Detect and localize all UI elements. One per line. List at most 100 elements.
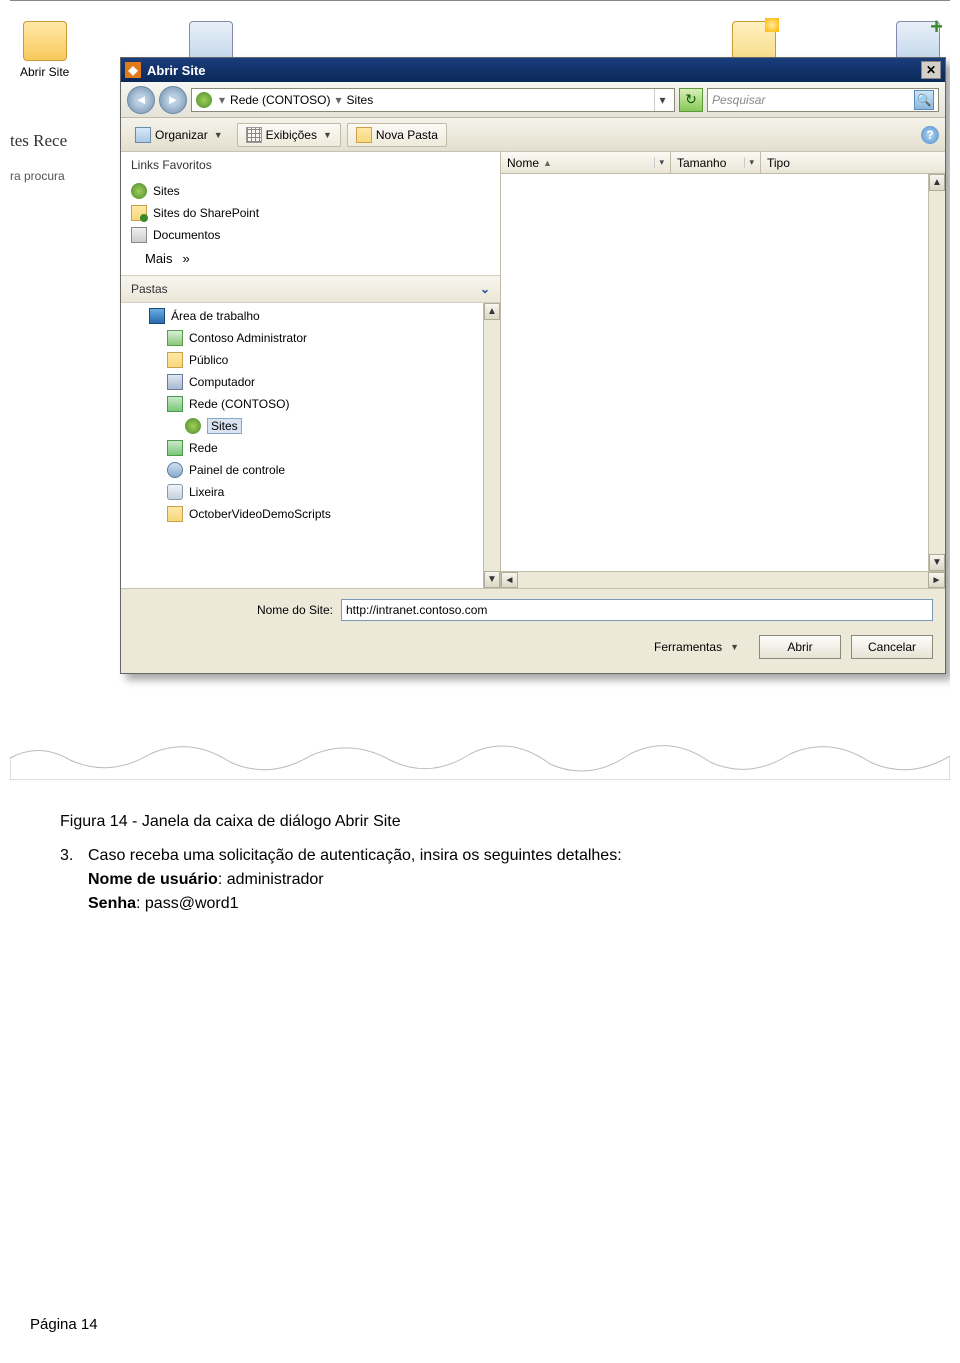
favorites-item[interactable]: Sites do SharePoint xyxy=(121,202,500,224)
nav-back-button[interactable]: ◄ xyxy=(127,86,155,114)
scroll-track[interactable] xyxy=(929,191,945,554)
new-folder-icon xyxy=(356,127,372,143)
folder-tree-container: Área de trabalho Contoso Administrator Púb… xyxy=(121,302,500,588)
chevron-down-icon: ▼ xyxy=(730,642,739,652)
column-name[interactable]: Nome ▲ ▾ xyxy=(501,152,671,173)
column-size[interactable]: Tamanho ▾ xyxy=(671,152,761,173)
ribbon-label: Abrir Site xyxy=(20,65,69,79)
scroll-left-button[interactable]: ◄ xyxy=(501,572,518,588)
close-button[interactable]: ✕ xyxy=(921,61,941,79)
folder-open-icon xyxy=(23,21,67,61)
favorites-item[interactable]: Sites xyxy=(121,180,500,202)
site-name-label: Nome do Site: xyxy=(133,603,333,617)
breadcrumb-dropdown-icon[interactable]: ▾ xyxy=(654,89,670,111)
breadcrumb-path[interactable]: ▾ Rede (CONTOSO) ▾ Sites ▾ xyxy=(191,88,675,112)
nav-forward-button[interactable]: ► xyxy=(159,86,187,114)
favorites-more-button[interactable]: Mais » xyxy=(121,248,500,269)
ctrl-icon xyxy=(167,462,183,478)
vertical-scrollbar[interactable]: ▲ ▼ xyxy=(928,174,945,571)
tree-item-label: Computador xyxy=(189,375,255,389)
breadcrumb-sep-icon: ▾ xyxy=(333,93,345,107)
tree-item-label: Sites xyxy=(207,418,242,434)
tree-item[interactable]: OctoberVideoDemoScripts xyxy=(121,503,483,525)
column-dropdown-icon[interactable]: ▾ xyxy=(744,157,754,168)
address-bar: ◄ ► ▾ Rede (CONTOSO) ▾ Sites ▾ ↻ Pesquis… xyxy=(121,82,945,118)
favorites-item-label: Sites xyxy=(153,184,180,198)
tree-item[interactable]: Lixeira xyxy=(121,481,483,503)
site-name-row: Nome do Site: xyxy=(133,599,933,621)
desktop-icon xyxy=(149,308,165,324)
column-dropdown-icon[interactable]: ▾ xyxy=(654,157,664,168)
help-button[interactable]: ? xyxy=(921,126,939,144)
comp-icon xyxy=(167,374,183,390)
step-3: 3. Caso receba uma solicitação de autent… xyxy=(60,844,900,868)
open-button[interactable]: Abrir xyxy=(759,635,841,659)
dialog-titlebar[interactable]: ◆ Abrir Site ✕ xyxy=(121,58,945,82)
tree-item[interactable]: Painel de controle xyxy=(121,459,483,481)
tree-item[interactable]: Computador xyxy=(121,371,483,393)
bg-cropped-text: tes Rece ra procura xyxy=(10,131,67,183)
page-footer: Página 14 xyxy=(0,936,960,1363)
ribbon-item-open-site[interactable]: Abrir Site xyxy=(20,21,69,79)
document-body-text: Figura 14 - Janela da caixa de diálogo A… xyxy=(0,780,960,936)
scroll-track[interactable] xyxy=(518,572,928,588)
scroll-track[interactable] xyxy=(484,320,500,571)
breadcrumb-part[interactable]: Rede (CONTOSO) xyxy=(230,93,330,107)
scroll-down-button[interactable]: ▼ xyxy=(929,554,945,571)
tree-item[interactable]: Área de trabalho xyxy=(121,305,483,327)
organize-icon xyxy=(135,127,151,143)
tree-item-label: Contoso Administrator xyxy=(189,331,307,345)
favorites-header: Links Favoritos xyxy=(121,152,500,178)
tree-item[interactable]: Rede (CONTOSO) xyxy=(121,393,483,415)
scroll-right-button[interactable]: ► xyxy=(928,572,945,588)
new-folder-button[interactable]: Nova Pasta xyxy=(347,123,447,147)
net-icon xyxy=(167,440,183,456)
column-type[interactable]: Tipo xyxy=(761,152,945,173)
tree-item[interactable]: Sites xyxy=(121,415,483,437)
column-headers: Nome ▲ ▾ Tamanho ▾ Tipo xyxy=(501,152,945,174)
folder-tree: Área de trabalho Contoso Administrator Púb… xyxy=(121,303,483,588)
step-text: Caso receba uma solicitação de autentica… xyxy=(88,844,622,868)
tools-dropdown[interactable]: Ferramentas ▼ xyxy=(654,640,739,654)
horizontal-scrollbar[interactable]: ◄ ► xyxy=(501,571,945,588)
dialog-body: Links Favoritos Sites Sites do SharePoint… xyxy=(121,152,945,588)
tree-item-label: Rede xyxy=(189,441,218,455)
refresh-button[interactable]: ↻ xyxy=(679,88,703,112)
views-icon xyxy=(246,127,262,143)
credential-password: Senha: pass@word1 xyxy=(88,892,900,916)
file-list-pane: Nome ▲ ▾ Tamanho ▾ Tipo ▲ xyxy=(501,152,945,588)
step-number: 3. xyxy=(60,844,88,868)
tree-item-label: Lixeira xyxy=(189,485,224,499)
tree-item[interactable]: Público xyxy=(121,349,483,371)
scroll-down-button[interactable]: ▼ xyxy=(484,571,500,588)
scroll-up-button[interactable]: ▲ xyxy=(484,303,500,320)
trash-icon xyxy=(167,484,183,500)
chevron-down-icon: ▼ xyxy=(214,130,223,140)
breadcrumb-part[interactable]: Sites xyxy=(347,93,374,107)
footer-buttons: Ferramentas ▼ Abrir Cancelar xyxy=(133,635,933,659)
add-document-icon xyxy=(896,21,940,61)
tree-item[interactable]: Rede xyxy=(121,437,483,459)
credential-username: Nome de usuário: administrador xyxy=(88,868,900,892)
folders-header[interactable]: Pastas ⌄ xyxy=(121,275,500,302)
favorites-item-label: Sites do SharePoint xyxy=(153,206,259,220)
search-icon[interactable]: 🔍 xyxy=(914,90,934,110)
tree-item[interactable]: Contoso Administrator xyxy=(121,327,483,349)
cancel-button[interactable]: Cancelar xyxy=(851,635,933,659)
tree-item-label: Rede (CONTOSO) xyxy=(189,397,289,411)
search-input[interactable]: Pesquisar 🔍 xyxy=(707,88,939,112)
site-name-input[interactable] xyxy=(341,599,933,621)
vertical-scrollbar[interactable]: ▲ ▼ xyxy=(483,303,500,588)
file-list[interactable]: ▲ ▼ xyxy=(501,174,945,571)
scroll-up-button[interactable]: ▲ xyxy=(929,174,945,191)
globe-icon xyxy=(185,418,201,434)
more-arrow-icon: » xyxy=(182,251,189,266)
tree-item-label: OctoberVideoDemoScripts xyxy=(189,507,331,521)
dialog-title: Abrir Site xyxy=(147,63,206,78)
views-button[interactable]: Exibições ▼ xyxy=(237,123,341,147)
sp-icon xyxy=(131,205,147,221)
organize-button[interactable]: Organizar ▼ xyxy=(127,124,231,146)
chevron-down-icon: ▼ xyxy=(323,130,332,140)
favorites-item[interactable]: Documentos xyxy=(121,224,500,246)
navigation-pane: Links Favoritos Sites Sites do SharePoint… xyxy=(121,152,501,588)
